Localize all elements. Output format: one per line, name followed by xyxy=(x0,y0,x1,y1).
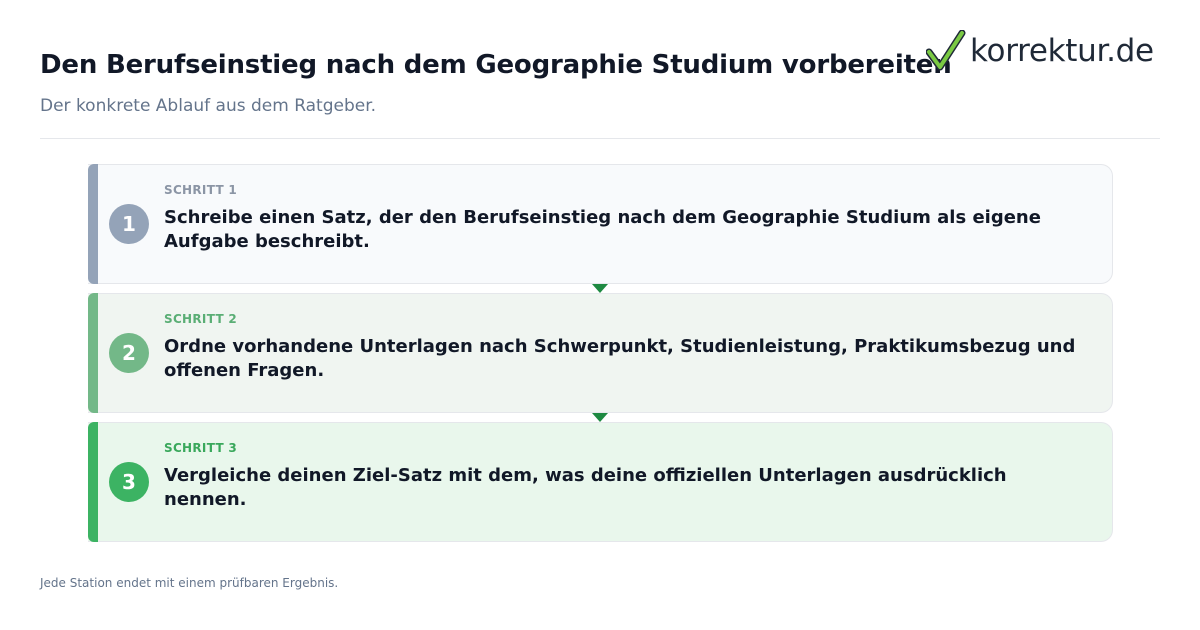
arrow-down-icon xyxy=(592,413,608,422)
step-label: SCHRITT 3 xyxy=(164,441,238,455)
step-accent-bar xyxy=(88,422,98,542)
step-number-badge: 1 xyxy=(109,204,149,244)
arrow-down-icon xyxy=(592,284,608,293)
step-text: Vergleiche deinen Ziel-Satz mit dem, was… xyxy=(164,465,1007,510)
step-text: Schreibe einen Satz, der den Berufseinst… xyxy=(164,207,1041,252)
step-label: SCHRITT 2 xyxy=(164,312,238,326)
step-accent-bar xyxy=(88,293,98,413)
step-card-2: 2 SCHRITT 2 Ordne vorhandene Unterlagen … xyxy=(88,293,1113,413)
checkmark-icon xyxy=(926,30,966,71)
step-number-badge: 2 xyxy=(109,333,149,373)
step-accent-bar xyxy=(88,164,98,284)
logo-text: korrektur.de xyxy=(970,32,1154,69)
page-title: Den Berufseinstieg nach dem Geographie S… xyxy=(40,50,952,80)
step-number-badge: 3 xyxy=(109,462,149,502)
footer-note: Jede Station endet mit einem prüfbaren E… xyxy=(40,576,339,590)
step-card-3: 3 SCHRITT 3 Vergleiche deinen Ziel-Satz … xyxy=(88,422,1113,542)
header-divider xyxy=(40,138,1160,139)
page-subtitle: Der konkrete Ablauf aus dem Ratgeber. xyxy=(40,96,377,116)
brand-logo: korrektur.de xyxy=(926,30,1154,72)
step-label: SCHRITT 1 xyxy=(164,183,238,197)
step-card-1: 1 SCHRITT 1 Schreibe einen Satz, der den… xyxy=(88,164,1113,284)
step-text: Ordne vorhandene Unterlagen nach Schwerp… xyxy=(164,336,1076,381)
